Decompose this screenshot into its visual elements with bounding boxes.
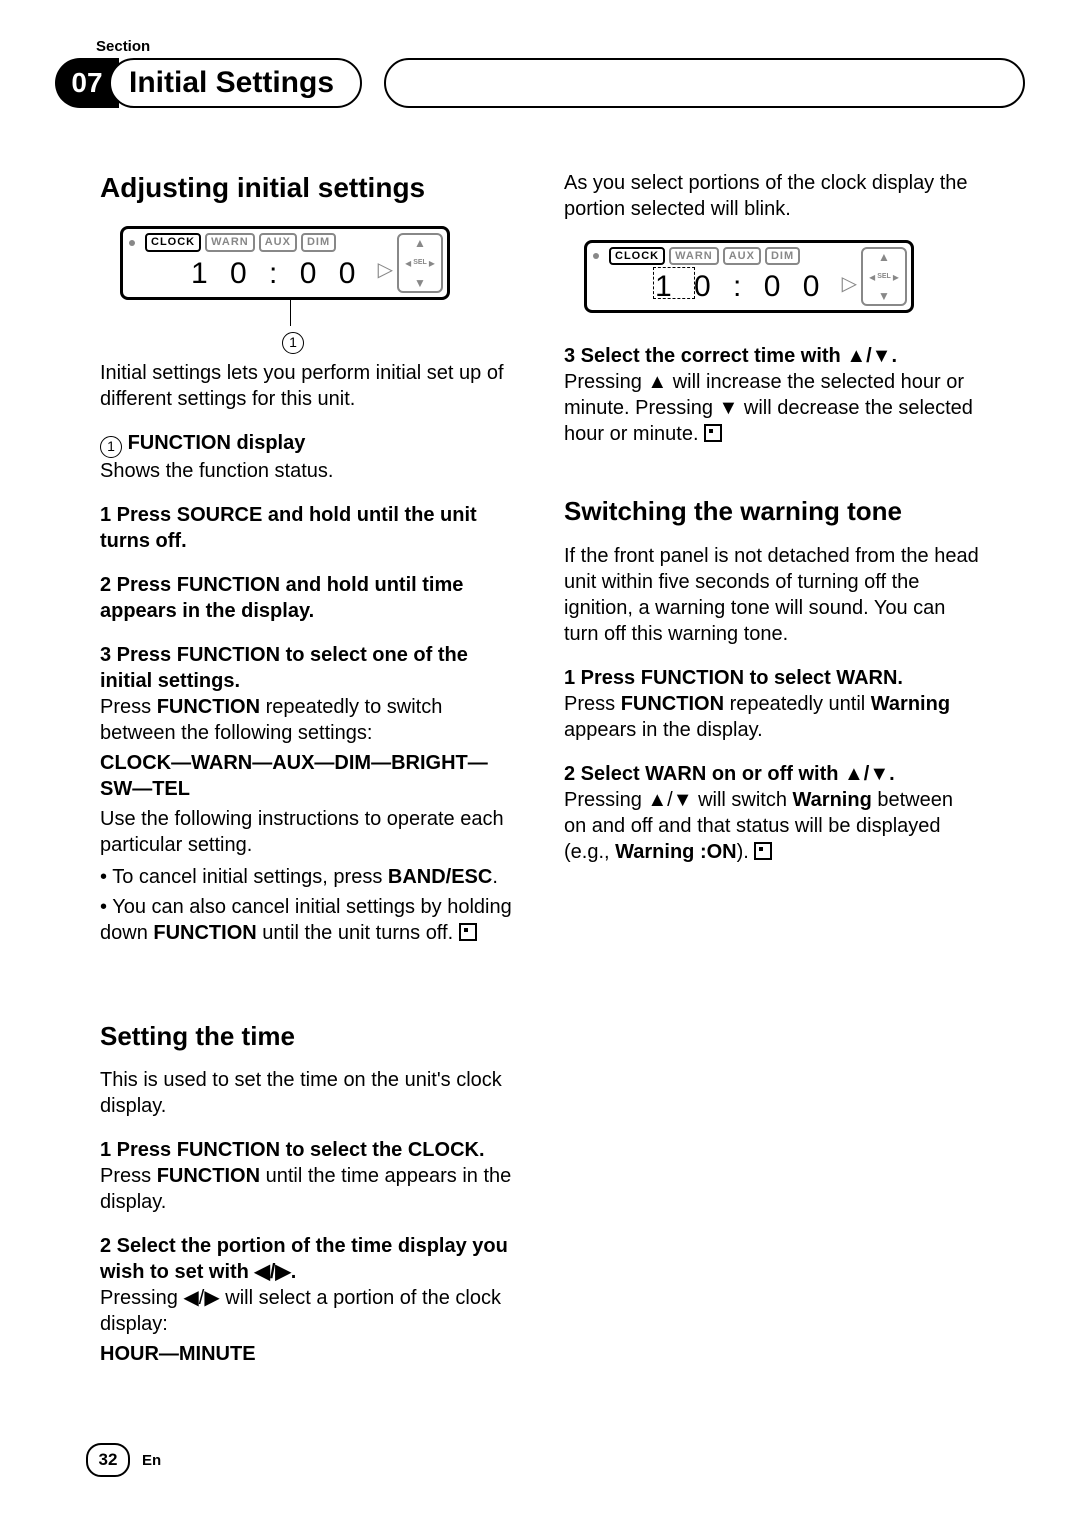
lcd-dot-icon [593,253,599,259]
warning-step-2: 2 Select WARN on or off with ▲/▼. Pressi… [564,761,980,865]
step-3-function-select: 3 Press FUNCTION to select one of the in… [100,642,516,746]
function-display-text: Shows the function status. [100,460,333,482]
hour-selection-dashed-box [653,267,695,299]
callout-1-inline-icon: 1 [100,436,122,458]
warning-intro: If the front panel is not detached from … [564,543,980,647]
setting-time-step-3: 3 Select the correct time with ▲/▼. Pres… [564,343,980,447]
setting-time-step-1: 1 Press FUNCTION to select the CLOCK. Pr… [100,1137,516,1215]
page-content: Adjusting initial settings CLOCK WARN AU… [100,170,980,1413]
heading-setting-the-time: Setting the time [100,1020,516,1054]
language-code: En [142,1452,161,1469]
up-down-arrows-icon: ▲/▼ [844,763,889,785]
cancel-bullet-2: • You can also cancel initial settings b… [100,894,516,946]
function-display-label: FUNCTION display [128,432,306,454]
down-arrow-icon: ▼ [719,397,739,419]
function-display-block: 1 FUNCTION display Shows the function st… [100,430,516,484]
left-right-arrows-icon: ◀/▶ [183,1287,219,1309]
hour-minute-chain: HOUR—MINUTE [100,1341,516,1367]
end-mark-icon [754,842,772,860]
setting-time-step-2: 2 Select the portion of the time display… [100,1233,516,1337]
lcd-tag-dim: DIM [301,233,336,251]
footer: 32 En [86,1443,161,1477]
heading-adjusting-initial-settings: Adjusting initial settings [100,170,516,206]
lcd-tag-aux: AUX [723,247,761,265]
chapter-title-pill: Initial Settings [109,58,362,108]
section-label: Section [96,38,150,55]
heading-switching-warning-tone: Switching the warning tone [564,495,980,529]
up-arrow-icon: ▲ [647,371,667,393]
lcd-time: 1 0 : 0 0 [191,254,362,293]
callout-1-icon: 1 [282,332,304,354]
st1-line: 1 Press FUNCTION to select the CLOCK. [100,1139,485,1161]
cancel-bullet-1: • To cancel initial settings, press BAND… [100,864,516,890]
lcd-navpad: ▲ ◂SEL▸ ▼ [397,233,443,292]
end-mark-icon [459,923,477,941]
lcd-tag-warn: WARN [669,247,719,265]
page-number: 32 [86,1443,130,1477]
lcd-tag-clock: CLOCK [145,233,201,251]
up-down-arrows-icon: ▲/▼ [846,345,891,367]
header-row: 07 Initial Settings [55,58,1025,108]
lcd-dot-icon [129,240,135,246]
lcd-figure-1: CLOCK WARN AUX DIM 1 0 : 0 0 ▷ ▲ ◂SEL▸ ▼… [120,226,516,353]
function-bold: FUNCTION [157,696,260,718]
lcd-tag-aux: AUX [259,233,297,251]
play-icon: ▷ [842,271,857,297]
step-2-function-hold: 2 Press FUNCTION and hold until time app… [100,572,516,624]
end-mark-icon [704,424,722,442]
lcd-tag-dim: DIM [765,247,800,265]
warning-step-1: 1 Press FUNCTION to select WARN. Press F… [564,665,980,743]
use-following-instructions: Use the following instructions to operat… [100,806,516,858]
lcd-figure-2: CLOCK WARN AUX DIM 1 0 : 0 0 ▷ ▲ ◂SEL▸ ▼ [584,240,980,313]
lcd-navpad: ▲ ◂SEL▸ ▼ [861,247,907,306]
step-1-source-off: 1 Press SOURCE and hold until the unit t… [100,502,516,554]
step-3-line: 3 Press FUNCTION to select one of the in… [100,644,468,692]
settings-chain: CLOCK—WARN—AUX—DIM—BRIGHT—SW—TEL [100,750,516,802]
intro-text: Initial settings lets you perform initia… [100,360,516,412]
up-down-arrows-icon: ▲/▼ [647,789,692,811]
play-icon: ▷ [378,257,393,283]
left-right-arrows-icon: ◀/▶ [254,1261,290,1283]
step-3-body-a: Press [100,696,157,718]
setting-time-intro: This is used to set the time on the unit… [100,1067,516,1119]
hour-minute-body: As you select portions of the clock disp… [564,170,980,222]
header-empty-pill [384,58,1025,108]
lcd-tag-clock: CLOCK [609,247,665,265]
lcd-tag-warn: WARN [205,233,255,251]
